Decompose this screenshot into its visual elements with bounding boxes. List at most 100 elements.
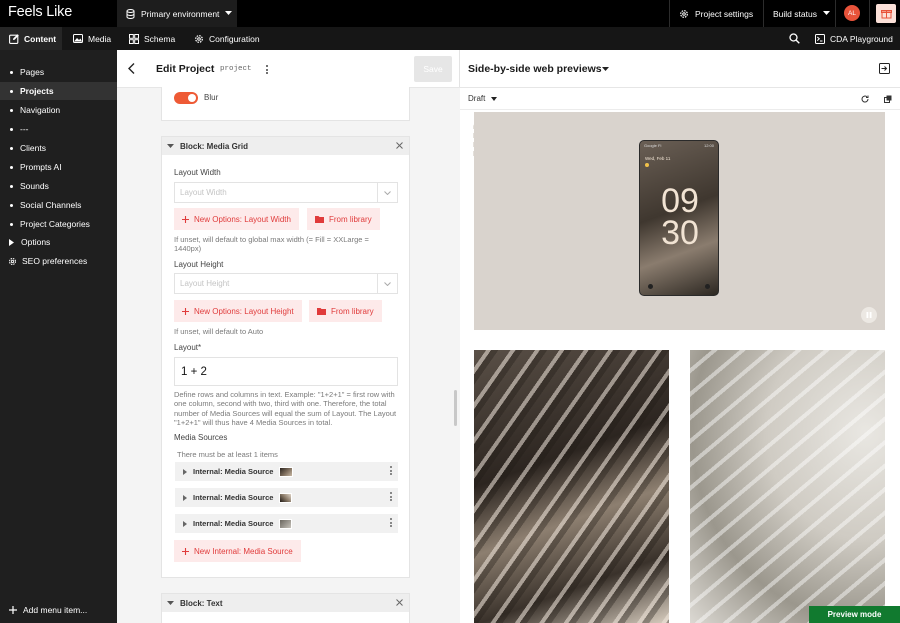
gift-button[interactable] (876, 4, 896, 23)
sidebar-item-navigation[interactable]: Navigation (0, 101, 117, 119)
build-status-label: Build status (773, 8, 817, 19)
sidebar-item-pages[interactable]: Pages (0, 63, 117, 81)
more-options-icon[interactable] (390, 492, 392, 501)
environment-label: Primary environment (141, 8, 220, 19)
tab-configuration[interactable]: Configuration (194, 27, 260, 50)
build-status-button[interactable]: Build status (763, 0, 839, 27)
sidebar-item-label: Pages (20, 67, 45, 77)
close-icon[interactable] (396, 599, 403, 606)
block-header[interactable]: Block: Text (162, 594, 409, 612)
add-menu-item-label: Add menu item... (23, 605, 88, 615)
refresh-icon[interactable] (861, 95, 869, 103)
sidebar-item-label: Navigation (20, 105, 61, 115)
new-media-source-button[interactable]: New Internal: Media Source (174, 540, 301, 562)
sidebar-item-separator[interactable]: --- (0, 120, 117, 138)
avatar[interactable]: AL (844, 5, 860, 21)
editor-scroll-area: Blur Block: Media Grid Layout Width Layo… (117, 87, 460, 623)
bullet-icon (10, 222, 13, 226)
button-label: New Internal: Media Source (194, 546, 293, 556)
caret-down-icon[interactable] (602, 67, 609, 72)
button-label: New Options: Layout Height (194, 306, 294, 316)
record-editor: Edit Project project Save Blur Block: Me… (117, 50, 460, 623)
layout-width-select[interactable]: Layout Width (174, 182, 398, 203)
folder-icon (317, 307, 326, 315)
sidebar-item-social-channels[interactable]: Social Channels (0, 196, 117, 214)
sidebar-item-label: SEO preferences (22, 256, 88, 266)
layout-height-label: Layout Height (174, 260, 224, 269)
sidebar-item-seo-preferences[interactable]: SEO preferences (0, 252, 117, 270)
clock-hour: 09 (661, 182, 699, 220)
plus-icon (9, 606, 17, 614)
draft-label: Draft (468, 94, 486, 103)
media-source-item[interactable]: Internal: Media Source (175, 514, 398, 533)
tab-label: Configuration (209, 33, 260, 44)
add-menu-item-button[interactable]: Add menu item... (0, 600, 117, 620)
cda-playground-button[interactable]: CDA Playground (815, 27, 893, 50)
bullet-icon (10, 70, 13, 74)
chevron-down-icon (377, 183, 397, 202)
close-icon[interactable] (396, 142, 403, 149)
layout-height-select[interactable]: Layout Height (174, 273, 398, 294)
more-options-icon[interactable] (266, 65, 268, 74)
sidebar-item-sounds[interactable]: Sounds (0, 177, 117, 195)
phone-date: Wed, Feb 11 (645, 156, 671, 161)
sidebar-item-project-categories[interactable]: Project Categories (0, 215, 117, 233)
more-options-icon[interactable] (390, 466, 392, 475)
model-api-key: project (220, 65, 252, 73)
layout-input[interactable]: 1 + 2 (174, 357, 398, 386)
select-placeholder: Layout Width (180, 188, 227, 197)
media-thumbnail (279, 518, 293, 529)
bullet-icon (10, 165, 13, 169)
chevron-right-icon (9, 238, 14, 246)
more-options-icon[interactable] (390, 518, 392, 527)
draft-status-dropdown[interactable]: Draft (468, 94, 498, 103)
tab-media[interactable]: Media (73, 27, 111, 50)
media-source-label: Internal: Media Source (193, 519, 274, 528)
tab-schema[interactable]: Schema (129, 27, 175, 50)
media-thumbnail (279, 492, 293, 503)
sidebar-item-options[interactable]: Options (0, 233, 117, 251)
terminal-icon (815, 33, 825, 44)
preview-header: Side-by-side web previews (460, 50, 900, 88)
media-source-item[interactable]: Internal: Media Source (175, 462, 398, 481)
preview-toolbar: Draft (460, 88, 900, 110)
sidebar-item-label: Prompts AI (20, 162, 62, 172)
copy-icon[interactable] (884, 95, 892, 103)
sidebar-item-prompts-ai[interactable]: Prompts AI (0, 158, 117, 176)
back-arrow-icon[interactable] (128, 63, 135, 74)
save-button[interactable]: Save (414, 56, 452, 82)
scrollbar-thumb[interactable] (454, 390, 457, 426)
plus-icon (182, 307, 189, 315)
preview-frame: Google Fi 12:00 Wed, Feb 11 09 30 (474, 110, 885, 623)
caret-down-icon (491, 96, 498, 101)
bullet-icon (10, 108, 13, 112)
sidebar-item-clients[interactable]: Clients (0, 139, 117, 157)
search-icon[interactable] (789, 33, 800, 44)
chevron-right-icon (183, 468, 187, 475)
layout-height-from-library-button[interactable]: From library (309, 300, 382, 322)
preview-mode-badge[interactable]: Preview mode (809, 606, 900, 623)
project-settings-button[interactable]: Project settings (669, 0, 762, 27)
phone-mockup: Google Fi 12:00 Wed, Feb 11 09 30 (639, 140, 719, 296)
phone-status-time: 12:00 (703, 143, 714, 148)
app-logo[interactable]: Feels Like (8, 4, 72, 20)
layout-width-from-library-button[interactable]: From library (307, 208, 380, 230)
blur-toggle[interactable] (174, 92, 198, 104)
collapse-panel-icon[interactable] (879, 63, 890, 74)
divider (869, 0, 870, 27)
block-header[interactable]: Block: Media Grid (162, 137, 409, 155)
environment-switcher[interactable]: Primary environment (117, 0, 237, 27)
preview-title[interactable]: Side-by-side web previews (468, 63, 602, 75)
layout-height-help: If unset, will default to Auto (174, 327, 264, 336)
divider (835, 0, 836, 27)
bullet-icon (10, 127, 13, 131)
bullet-icon (10, 203, 13, 207)
tab-content[interactable]: Content (0, 27, 62, 50)
plus-icon (182, 547, 189, 555)
new-layout-height-button[interactable]: New Options: Layout Height (174, 300, 302, 322)
sidebar-item-projects[interactable]: Projects (0, 82, 117, 100)
plus-icon (182, 215, 189, 223)
media-source-item[interactable]: Internal: Media Source (175, 488, 398, 507)
pause-button[interactable] (861, 307, 877, 323)
new-layout-width-button[interactable]: New Options: Layout Width (174, 208, 299, 230)
